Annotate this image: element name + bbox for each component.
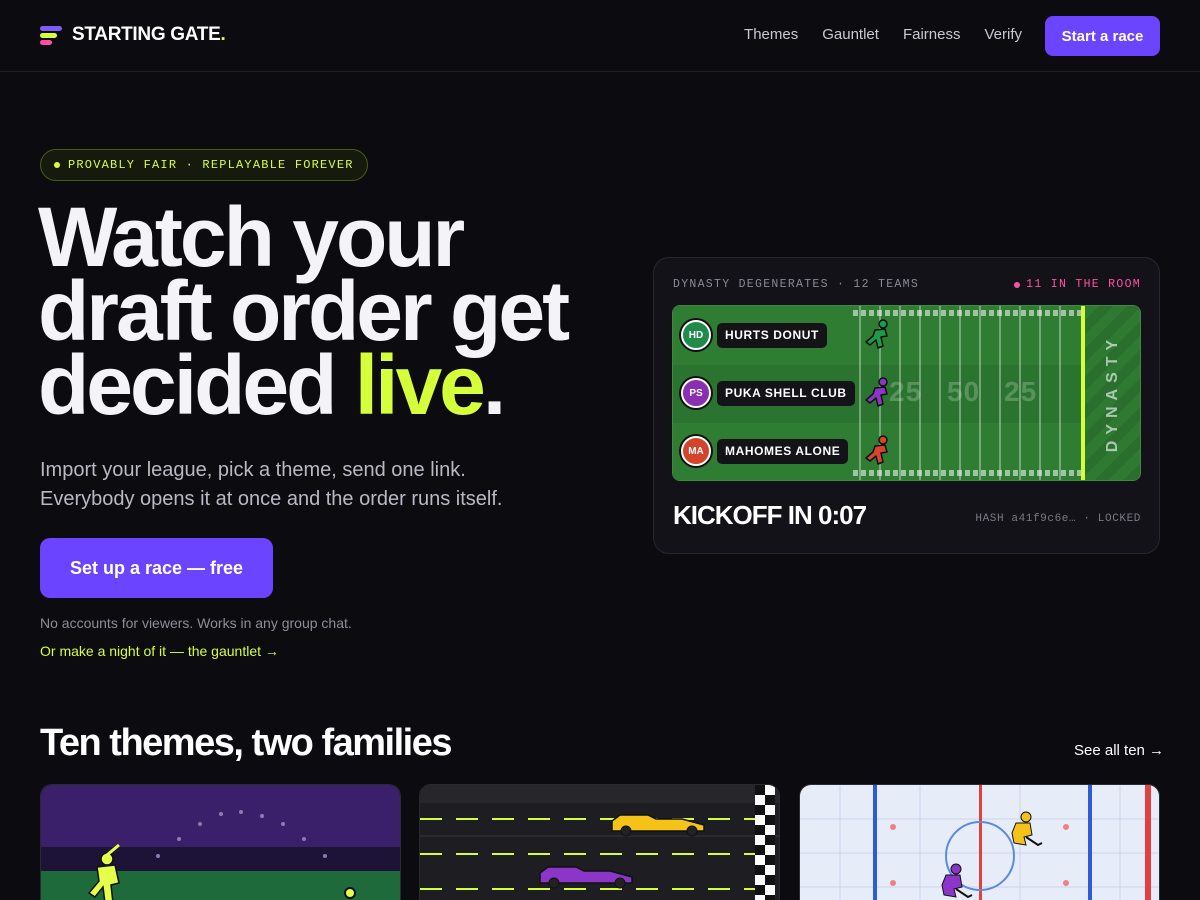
team-row: MA MAHOMES ALONE <box>681 435 849 467</box>
headline-period: . <box>482 338 506 432</box>
see-all-themes-link[interactable]: See all ten → <box>1074 742 1164 759</box>
kickoff-countdown: KICKOFF IN 0:07 <box>673 500 867 530</box>
nav-link-fairness[interactable]: Fairness <box>903 26 961 43</box>
nav-link-themes[interactable]: Themes <box>744 26 798 43</box>
team-avatar: MA <box>681 436 711 466</box>
live-dot-icon <box>1014 281 1021 288</box>
runner-icon <box>864 377 888 407</box>
hash-marks-bottom <box>853 470 1081 476</box>
theme-card-hockey[interactable] <box>799 784 1160 900</box>
nav-links: Themes Gauntlet Fairness Verify <box>744 26 1022 43</box>
logo-mark-icon <box>40 24 62 46</box>
brand-dot: . <box>220 24 226 45</box>
hero-subhead: Import your league, pick a theme, send o… <box>40 456 600 514</box>
headline-highlight: live <box>354 338 486 432</box>
status-dot-icon <box>54 162 60 168</box>
start-race-button[interactable]: Start a race <box>1045 16 1160 56</box>
team-name: PUKA SHELL CLUB <box>717 380 855 406</box>
team-name: MAHOMES ALONE <box>717 438 849 464</box>
nav-link-gauntlet[interactable]: Gauntlet <box>822 26 879 43</box>
end-zone-label: DYNASTY <box>1104 333 1122 453</box>
baseball-theme-preview <box>41 785 400 900</box>
setup-race-button[interactable]: Set up a race — free <box>40 538 273 598</box>
provably-fair-pill: PROVABLY FAIR · REPLAYABLE FOREVER <box>40 149 368 181</box>
viewer-note: No accounts for viewers. Works in any gr… <box>40 615 352 631</box>
yard-number: 25 <box>1004 376 1038 407</box>
team-avatar: HD <box>681 320 711 350</box>
ball-icon <box>344 887 356 899</box>
hash-marks-top <box>853 310 1081 316</box>
top-nav: STARTING GATE. Themes Gauntlet Fairness … <box>0 0 1200 72</box>
room-count-label: 11 IN THE ROOM <box>1026 278 1141 291</box>
headline-line-3: decided <box>38 338 355 432</box>
gauntlet-link[interactable]: Or make a night of it — the gauntlet → <box>40 643 279 659</box>
nav-link-verify[interactable]: Verify <box>984 26 1022 43</box>
subhead-line-1: Import your league, pick a theme, send o… <box>40 459 466 481</box>
room-count: 11 IN THE ROOM <box>1014 278 1141 291</box>
runner-icon <box>864 319 888 349</box>
football-field: 25 50 25 DYNASTY HD HURTS DONUT PS PUKA … <box>672 305 1141 481</box>
brand-name: STARTING GATE <box>72 24 221 45</box>
theme-card-baseball[interactable] <box>40 784 401 900</box>
brand-logo[interactable]: STARTING GATE. <box>40 24 226 46</box>
team-avatar: PS <box>681 378 711 408</box>
team-row: PS PUKA SHELL CLUB <box>681 377 855 409</box>
race-preview-card: DYNASTY DEGENERATES · 12 TEAMS 11 IN THE… <box>653 257 1160 554</box>
runner-icon <box>864 435 888 465</box>
race-hash: HASH a41f9c6e… · LOCKED <box>975 513 1141 525</box>
team-row: HD HURTS DONUT <box>681 319 827 351</box>
pill-label: PROVABLY FAIR · REPLAYABLE FOREVER <box>68 158 354 172</box>
theme-card-racing[interactable] <box>419 784 780 900</box>
racing-theme-preview <box>420 785 779 900</box>
hero-headline: Watch your draft order get decided live. <box>38 195 638 427</box>
yard-number: 50 <box>947 376 981 407</box>
league-label: DYNASTY DEGENERATES · 12 TEAMS <box>673 278 920 291</box>
themes-heading: Ten themes, two families <box>40 722 452 764</box>
subhead-line-2: Everybody opens it at once and the order… <box>40 488 503 510</box>
hockey-theme-preview <box>800 785 1159 900</box>
team-name: HURTS DONUT <box>717 322 827 348</box>
